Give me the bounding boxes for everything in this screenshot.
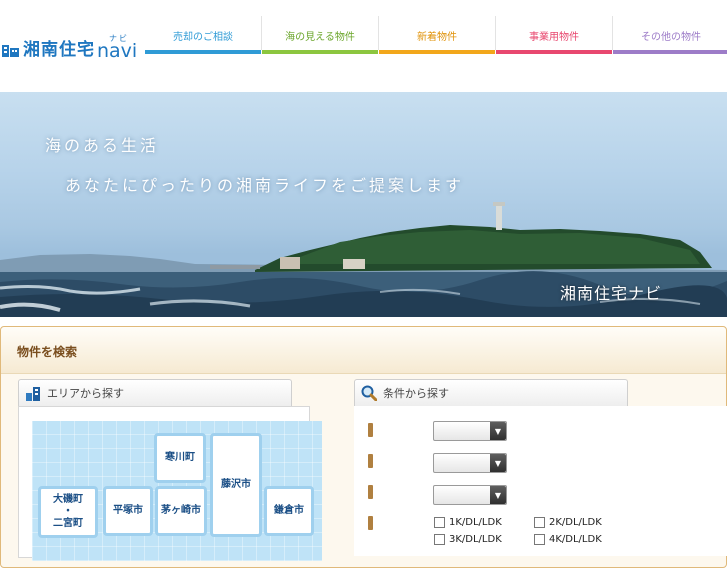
chevron-down-icon: ▼: [490, 422, 506, 440]
magnifier-icon: [361, 385, 377, 401]
city-oiso-ninomiya[interactable]: 大磯町 ・ 二宮町: [38, 486, 98, 538]
checkbox-box[interactable]: [434, 517, 445, 528]
city-fujisawa[interactable]: 藤沢市: [210, 433, 262, 537]
hero-tagline: 海のある生活: [45, 136, 160, 155]
hero-subtagline: あなたにぴったりの湘南ライフをご提案します: [65, 176, 465, 195]
condition-row-marker: [368, 454, 373, 468]
checkbox-box[interactable]: [534, 517, 545, 528]
logo-text: 湘南住宅: [23, 40, 95, 60]
chevron-down-icon: ▼: [490, 486, 506, 504]
checkbox-label: 3K/DL/LDK: [449, 534, 502, 545]
nav-bar: [145, 50, 261, 54]
nav-label: その他の物件: [641, 31, 701, 43]
checkbox-box[interactable]: [434, 534, 445, 545]
building-icon: [2, 45, 19, 57]
checkbox-label: 2K/DL/LDK: [549, 517, 602, 528]
area-search-label: エリアから探す: [47, 387, 124, 400]
nav-new-listings[interactable]: 新着物件: [379, 16, 496, 54]
nav-bar: [496, 50, 612, 54]
condition-select-2[interactable]: ▼: [433, 453, 507, 473]
city-chigasaki[interactable]: 茅ヶ崎市: [155, 486, 207, 536]
site-logo[interactable]: 湘南住宅 ナビ navi: [2, 30, 137, 62]
area-search-title: エリアから探す: [18, 379, 292, 406]
hero-brand: 湘南住宅ナビ: [560, 284, 663, 303]
checkbox-1k[interactable]: 1K/DL/LDK: [434, 517, 502, 528]
logo-navi: ナビ navi: [97, 34, 137, 61]
nav-label: 新着物件: [417, 31, 457, 43]
condition-search-title: 条件から探す: [354, 379, 628, 406]
checkbox-4k[interactable]: 4K/DL/LDK: [534, 534, 602, 545]
nav-label: 売却のご相談: [173, 31, 233, 43]
nav-label: 事業用物件: [529, 31, 579, 43]
nav-ocean-view[interactable]: 海の見える物件: [262, 16, 379, 54]
nav-bar: [613, 50, 727, 54]
checkbox-box[interactable]: [534, 534, 545, 545]
map-building-icon: [26, 387, 40, 401]
logo-ruby: ナビ: [109, 34, 129, 43]
condition-select-1[interactable]: ▼: [433, 421, 507, 441]
city-samukawa[interactable]: 寒川町: [154, 433, 206, 483]
search-title: 物件を検索: [17, 345, 78, 359]
checkbox-label: 4K/DL/LDK: [549, 534, 602, 545]
condition-search-label: 条件から探す: [383, 387, 449, 400]
nav-label: 海の見える物件: [285, 31, 355, 43]
condition-select-3[interactable]: ▼: [433, 485, 507, 505]
chevron-down-icon: ▼: [490, 454, 506, 472]
hero-banner: 海のある生活 あなたにぴったりの湘南ライフをご提案します 湘南住宅ナビ: [0, 92, 727, 317]
checkbox-2k[interactable]: 2K/DL/LDK: [534, 517, 602, 528]
condition-row-marker: [368, 423, 373, 437]
checkbox-label: 1K/DL/LDK: [449, 517, 502, 528]
search-header: 物件を検索: [1, 327, 726, 374]
city-kamakura[interactable]: 鎌倉市: [264, 486, 314, 536]
condition-row-marker: [368, 516, 373, 530]
condition-row-marker: [368, 485, 373, 499]
nav-sell-consult[interactable]: 売却のご相談: [145, 16, 262, 54]
city-hiratsuka[interactable]: 平塚市: [103, 486, 153, 536]
site-header: 湘南住宅 ナビ navi 売却のご相談 海の見える物件 新着物件 事業用物件 そ…: [0, 0, 727, 92]
checkbox-3k[interactable]: 3K/DL/LDK: [434, 534, 502, 545]
nav-bar: [262, 50, 378, 54]
main-nav: 売却のご相談 海の見える物件 新着物件 事業用物件 その他の物件: [145, 16, 727, 54]
nav-other[interactable]: その他の物件: [613, 16, 727, 54]
nav-business[interactable]: 事業用物件: [496, 16, 613, 54]
nav-bar: [379, 50, 495, 54]
